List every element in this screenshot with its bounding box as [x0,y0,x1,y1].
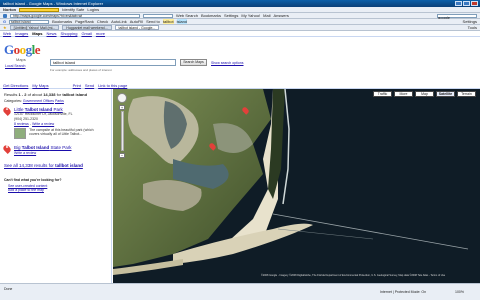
maximize-button[interactable] [463,1,470,6]
result-thumbnail[interactable] [14,127,26,139]
map-type-controls: Traffic More Map Satellite Terrain [373,91,476,97]
norton-logo: Norton [3,7,17,12]
nav-images[interactable]: Images [15,31,28,36]
nav-gmail[interactable]: Gmail [81,31,91,36]
zoom-in-button[interactable]: + [119,105,125,110]
minimize-button[interactable] [455,1,462,6]
toolbar3-item-5[interactable]: Send to [146,19,160,24]
google-toolbar-logo: G [3,19,7,24]
security-zone[interactable]: Internet | Protected Mode: On [380,290,426,294]
window-title: tallbot island - Google Maps - Windows I… [3,1,104,6]
ie-icon [3,13,7,18]
maps-search-area: Google Maps Local Search tallbot island … [0,37,480,82]
nav-shopping[interactable]: Shopping [61,31,78,36]
toolbar3-item-3[interactable]: AutoLink [111,19,127,24]
maptype-traffic[interactable]: Traffic [373,91,392,97]
results-header: Results 1 - 2 of about 14,338 for tallbo… [4,92,88,97]
category-government-offices[interactable]: Government Offices [23,99,54,103]
maps-search-input[interactable]: tallbot island [50,59,176,66]
link-to-page[interactable]: Link to this page [98,83,127,88]
nav-maps[interactable]: Maps [32,31,42,36]
write-review-link[interactable]: Write a review [32,122,54,126]
toolbar3-item-0[interactable]: Bookmarks [52,19,72,24]
result-item[interactable]: B Big Talbot Island State Park Write a r… [2,143,107,155]
search-hint: For example: addresses and places of int… [50,68,112,72]
toolbar3-item-2[interactable]: Check [97,19,108,24]
maptype-map[interactable]: Map [415,91,434,97]
search-maps-button[interactable]: Search Maps [180,59,207,66]
google-toolbar-query[interactable]: tallbot island [9,19,50,24]
maps-links-bar: Get Directions My Maps Print Send Link t… [0,82,480,89]
print-link[interactable]: Print [73,83,81,88]
satellite-imagery [113,89,480,283]
logo-maps-label: Maps [16,57,26,62]
categories: Categories: Government Offices Parks [4,99,64,103]
results-pane: Results 1 - 2 of about 14,338 for tallbo… [0,89,112,283]
google-logo[interactable]: Google [4,42,41,58]
maptype-satellite[interactable]: Satellite [436,91,455,97]
toolbar2-item-0[interactable]: Web Search [176,13,198,18]
category-parks[interactable]: Parks [55,99,64,103]
toolbar2-item-5[interactable]: Answers [274,13,289,18]
result-item[interactable]: A Little Talbot Island Park 12157 Hecksc… [2,106,107,139]
favorites-star-icon[interactable]: ★ [3,25,7,30]
status-bar: Done Internet | Protected Mode: On 100% [0,283,480,300]
result-marker-letter: B [5,144,9,149]
send-link[interactable]: Send [85,83,94,88]
maptype-terrain[interactable]: Terrain [457,91,476,97]
nav-web[interactable]: Web [3,31,11,36]
zoom-slider[interactable] [120,111,124,151]
window-controls [455,1,478,6]
status-text: Done [4,287,13,291]
tools-menu[interactable]: Tools [468,25,477,30]
see-all-results-link[interactable]: See all 14,338 results for tallbot islan… [4,163,107,168]
toolbar3-item-4[interactable]: AutoFill [130,19,143,24]
get-directions-link[interactable]: Get Directions [3,83,28,88]
toolbar3-item-6[interactable]: tallbot [162,19,174,24]
satellite-map[interactable]: Traffic More Map Satellite Terrain + − ©… [113,89,480,283]
toolbar2-item-1[interactable]: Bookmarks [201,13,221,18]
toolbar2-item-3[interactable]: My Yahoo! [241,13,260,18]
nav-news[interactable]: News [47,31,57,36]
logins-button[interactable]: Logins [87,7,99,12]
nav-more[interactable]: more [96,31,105,36]
close-button[interactable] [471,1,478,6]
toolbar3-item-7[interactable]: island [176,19,188,24]
result-reviews-link[interactable]: 8 reviews [14,122,29,126]
tab-hugpanlet-mail[interactable]: Hugpanlet mail weekend... [62,25,112,30]
toolbar3-item-1[interactable]: PageRank [75,19,94,24]
toolbar2-item-4[interactable]: Mail [263,13,270,18]
yahoo-search-box[interactable] [143,13,173,18]
zoom-control: + − [117,93,127,158]
pan-control-icon[interactable] [117,93,127,103]
maptype-more[interactable]: More [394,91,413,97]
cant-find-heading: Can't find what you're looking for? [4,177,62,182]
norton-status-bar[interactable] [19,7,60,12]
write-review-link[interactable]: Write a review [14,151,36,155]
local-search-link[interactable]: Local Search [5,64,25,68]
toolbar2-item-2[interactable]: Settings [224,13,238,18]
tab-google-maps[interactable]: tallbot island - Google... [114,25,160,30]
identity-safe-button[interactable]: Identify Safe [62,7,84,12]
address-bar[interactable]: http://maps.google.com/maps?hl=en&tab=wl [10,13,140,18]
my-maps-link[interactable]: My Maps [32,83,48,88]
map-copyright: ©2008 Google - Imagery ©2008 DigitalGlob… [261,274,446,277]
zoom-out-button[interactable]: − [119,153,125,158]
toolbar3-item-8[interactable]: Settings [463,19,477,24]
result-description: The campsite at this beautiful park (whi… [29,127,94,136]
add-place-link[interactable]: Add a place to the map [4,188,107,193]
search-options-link[interactable]: Show search options [211,61,244,65]
tab-yahoo-mail[interactable]: [Untitled] Yahoo! Mail (mi... [9,25,60,30]
live-search-box[interactable]: google [437,13,477,20]
window-titlebar: tallbot island - Google Maps - Windows I… [0,0,480,7]
result-marker-letter: A [5,107,9,111]
zoom-level[interactable]: 100% [455,290,464,294]
